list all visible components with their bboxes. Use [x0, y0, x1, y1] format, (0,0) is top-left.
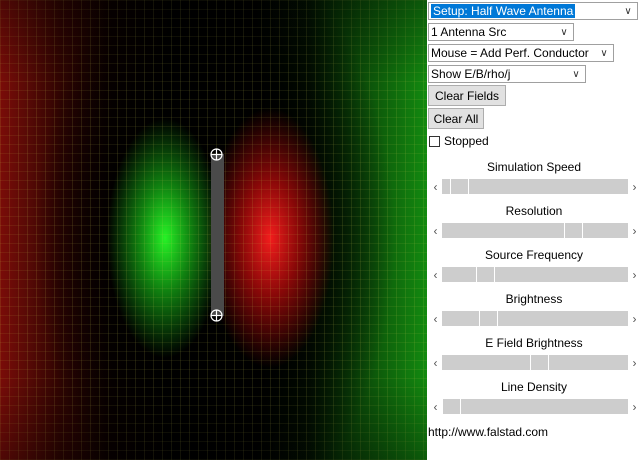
slider-track[interactable] [442, 311, 628, 326]
falstad-link[interactable]: http://www.falstad.com [428, 425, 548, 439]
source-select[interactable]: 1 Antenna Src ∨ [428, 23, 574, 41]
show-select-value: Show E/B/rho/j [431, 67, 511, 81]
slider-label: E Field Brightness [485, 336, 583, 350]
chevron-right-icon[interactable]: › [628, 355, 641, 370]
show-select[interactable]: Show E/B/rho/j ∨ [428, 65, 586, 83]
slider[interactable]: ‹ › [429, 311, 641, 326]
slider[interactable]: ‹ › [429, 399, 641, 414]
slider-track[interactable] [442, 399, 628, 414]
mouse-mode-select-value: Mouse = Add Perf. Conductor [431, 46, 589, 60]
chevron-left-icon[interactable]: ‹ [429, 355, 442, 370]
chevron-left-icon[interactable]: ‹ [429, 223, 442, 238]
checkbox-icon[interactable] [429, 135, 440, 147]
chevron-left-icon[interactable]: ‹ [429, 399, 442, 414]
setup-select-value: Setup: Half Wave Antenna [431, 4, 576, 18]
chevron-right-icon[interactable]: › [628, 267, 641, 282]
crosshair-handle-icon[interactable] [210, 309, 223, 322]
slider-track[interactable] [442, 223, 628, 238]
setup-select[interactable]: Setup: Half Wave Antenna ∨ [428, 2, 638, 20]
clear-all-button[interactable]: Clear All [428, 108, 484, 129]
chevron-right-icon[interactable]: › [628, 399, 641, 414]
slider[interactable]: ‹ › [429, 267, 641, 282]
stopped-label: Stopped [444, 134, 489, 148]
source-select-value: 1 Antenna Src [431, 25, 507, 39]
slider-label: Resolution [505, 204, 563, 218]
slider-thumb[interactable] [564, 223, 583, 238]
chevron-down-icon: ∨ [560, 26, 568, 38]
stopped-checkbox[interactable]: Stopped [429, 134, 489, 148]
slider[interactable]: ‹ › [429, 179, 641, 194]
chevron-left-icon[interactable]: ‹ [429, 179, 442, 194]
slider-track[interactable] [442, 179, 628, 194]
slider[interactable]: ‹ › [429, 223, 641, 238]
slider[interactable]: ‹ › [429, 355, 641, 370]
slider-label: Source Frequency [484, 248, 584, 262]
slider-thumb[interactable] [442, 399, 461, 414]
chevron-down-icon: ∨ [572, 68, 580, 80]
clear-fields-button[interactable]: Clear Fields [428, 85, 506, 106]
antenna-conductor[interactable] [211, 154, 224, 316]
slider-thumb[interactable] [450, 179, 469, 194]
chevron-right-icon[interactable]: › [628, 223, 641, 238]
crosshair-handle-icon[interactable] [210, 148, 223, 161]
chevron-right-icon[interactable]: › [628, 179, 641, 194]
simulation-canvas[interactable] [0, 0, 427, 460]
slider-thumb[interactable] [479, 311, 498, 326]
chevron-right-icon[interactable]: › [628, 311, 641, 326]
slider-label: Simulation Speed [486, 160, 582, 174]
mouse-mode-select[interactable]: Mouse = Add Perf. Conductor ∨ [428, 44, 614, 62]
slider-track[interactable] [442, 267, 628, 282]
slider-track[interactable] [442, 355, 628, 370]
slider-thumb[interactable] [476, 267, 495, 282]
slider-label: Line Density [500, 380, 568, 394]
slider-thumb[interactable] [530, 355, 549, 370]
chevron-left-icon[interactable]: ‹ [429, 311, 442, 326]
chevron-down-icon: ∨ [624, 5, 632, 17]
slider-label: Brightness [505, 292, 563, 306]
chevron-down-icon: ∨ [600, 47, 608, 59]
chevron-left-icon[interactable]: ‹ [429, 267, 442, 282]
